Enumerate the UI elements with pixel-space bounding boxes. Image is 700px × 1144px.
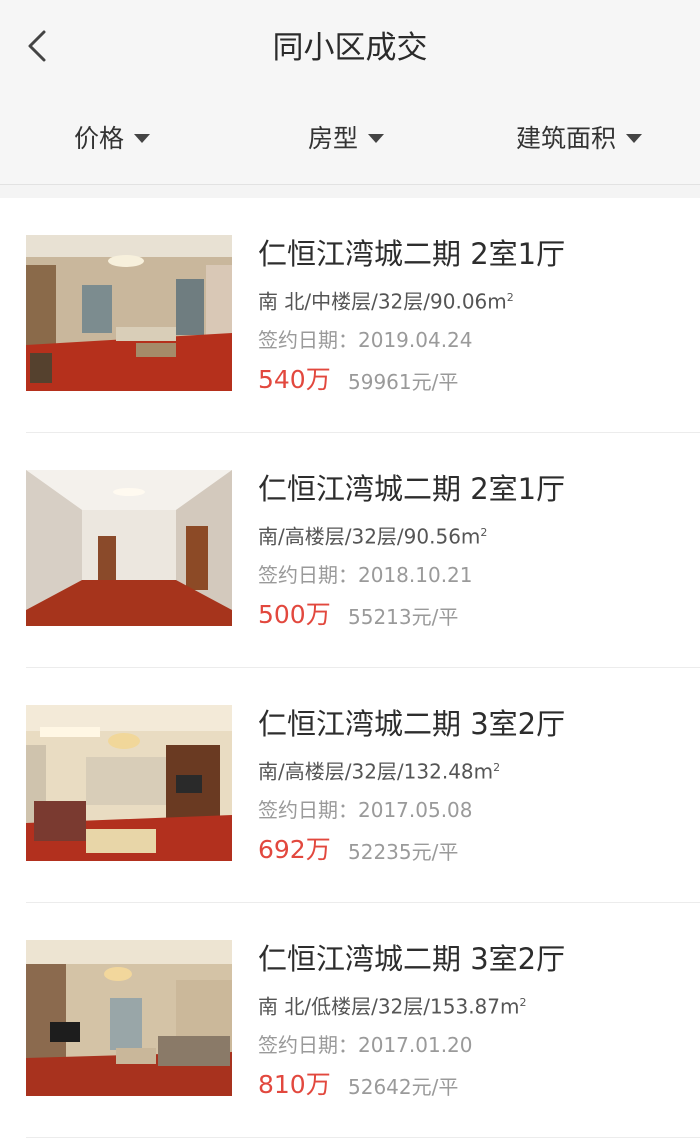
- filter-label: 建筑面积: [516, 124, 617, 153]
- listing-photo: [26, 705, 232, 861]
- spec-text: 南 北/中楼层/32层/90.06m: [258, 289, 507, 314]
- sign-date: 签约日期：2018.10.21: [258, 563, 473, 587]
- spec-text: 南/高楼层/32层/132.48m: [258, 759, 494, 784]
- sign-date: 签约日期：2017.05.08: [258, 798, 473, 822]
- filter-label: 房型: [308, 124, 359, 153]
- list-item[interactable]: 仁恒江湾城二期 2室1厅 南 北/中楼层/32层/90.06m2 签约日期：20…: [0, 198, 700, 433]
- area-unit-sup: 2: [480, 526, 488, 539]
- divider: [26, 1137, 700, 1138]
- total-price: 500万: [258, 600, 331, 629]
- listing-spec: 南 北/中楼层/32层/90.06m2: [258, 284, 514, 316]
- room-photo: [26, 235, 232, 391]
- listing-spec: 南/高楼层/32层/90.56m2: [258, 519, 487, 551]
- listing-photo: [26, 235, 232, 391]
- listing-title: 仁恒江湾城二期 2室1厅: [258, 237, 566, 271]
- area-unit-sup: 2: [519, 996, 527, 1009]
- listing-spec: 南/高楼层/32层/132.48m2: [258, 754, 500, 786]
- filter-layout[interactable]: 房型: [308, 116, 385, 162]
- caret-down-icon: [368, 133, 385, 143]
- spec-text: 南 北/低楼层/32层/153.87m: [258, 994, 520, 1019]
- caret-down-icon: [134, 133, 151, 143]
- total-price: 692万: [258, 835, 331, 864]
- filter-label: 价格: [74, 124, 125, 153]
- unit-price: 52235元/平: [348, 840, 459, 864]
- page-title: 同小区成交: [272, 30, 428, 66]
- caret-down-icon: [626, 133, 643, 143]
- unit-price: 52642元/平: [348, 1075, 459, 1099]
- room-photo: [26, 940, 232, 1096]
- listing-title: 仁恒江湾城二期 3室2厅: [258, 707, 566, 741]
- filter-price[interactable]: 价格: [74, 116, 151, 162]
- listing-spec: 南 北/低楼层/32层/153.87m2: [258, 989, 526, 1021]
- room-photo: [26, 470, 232, 626]
- room-photo: [26, 705, 232, 861]
- filter-bar: 价格 房型 建筑面积: [0, 116, 700, 162]
- area-unit-sup: 2: [493, 761, 501, 774]
- sign-date: 签约日期：2017.01.20: [258, 1033, 473, 1057]
- area-unit-sup: 2: [506, 291, 514, 304]
- total-price: 540万: [258, 365, 331, 394]
- sign-date: 签约日期：2019.04.24: [258, 328, 473, 352]
- list-item[interactable]: 仁恒江湾城二期 2室1厅 南/高楼层/32层/90.56m2 签约日期：2018…: [0, 433, 700, 668]
- spec-text: 南/高楼层/32层/90.56m: [258, 524, 481, 549]
- total-price: 810万: [258, 1070, 331, 1099]
- top-bar: 同小区成交 价格 房型 建筑面积: [0, 0, 700, 185]
- unit-price: 55213元/平: [348, 605, 459, 629]
- listing-photo: [26, 470, 232, 626]
- filter-area[interactable]: 建筑面积: [516, 116, 643, 162]
- unit-price: 59961元/平: [348, 370, 459, 394]
- list-item[interactable]: 仁恒江湾城二期 3室2厅 南/高楼层/32层/132.48m2 签约日期：201…: [0, 668, 700, 903]
- deal-list: 仁恒江湾城二期 2室1厅 南 北/中楼层/32层/90.06m2 签约日期：20…: [0, 198, 700, 1144]
- list-item[interactable]: 仁恒江湾城二期 3室2厅 南 北/低楼层/32层/153.87m2 签约日期：2…: [0, 903, 700, 1138]
- listing-title: 仁恒江湾城二期 3室2厅: [258, 942, 566, 976]
- listing-title: 仁恒江湾城二期 2室1厅: [258, 472, 566, 506]
- listing-photo: [26, 940, 232, 1096]
